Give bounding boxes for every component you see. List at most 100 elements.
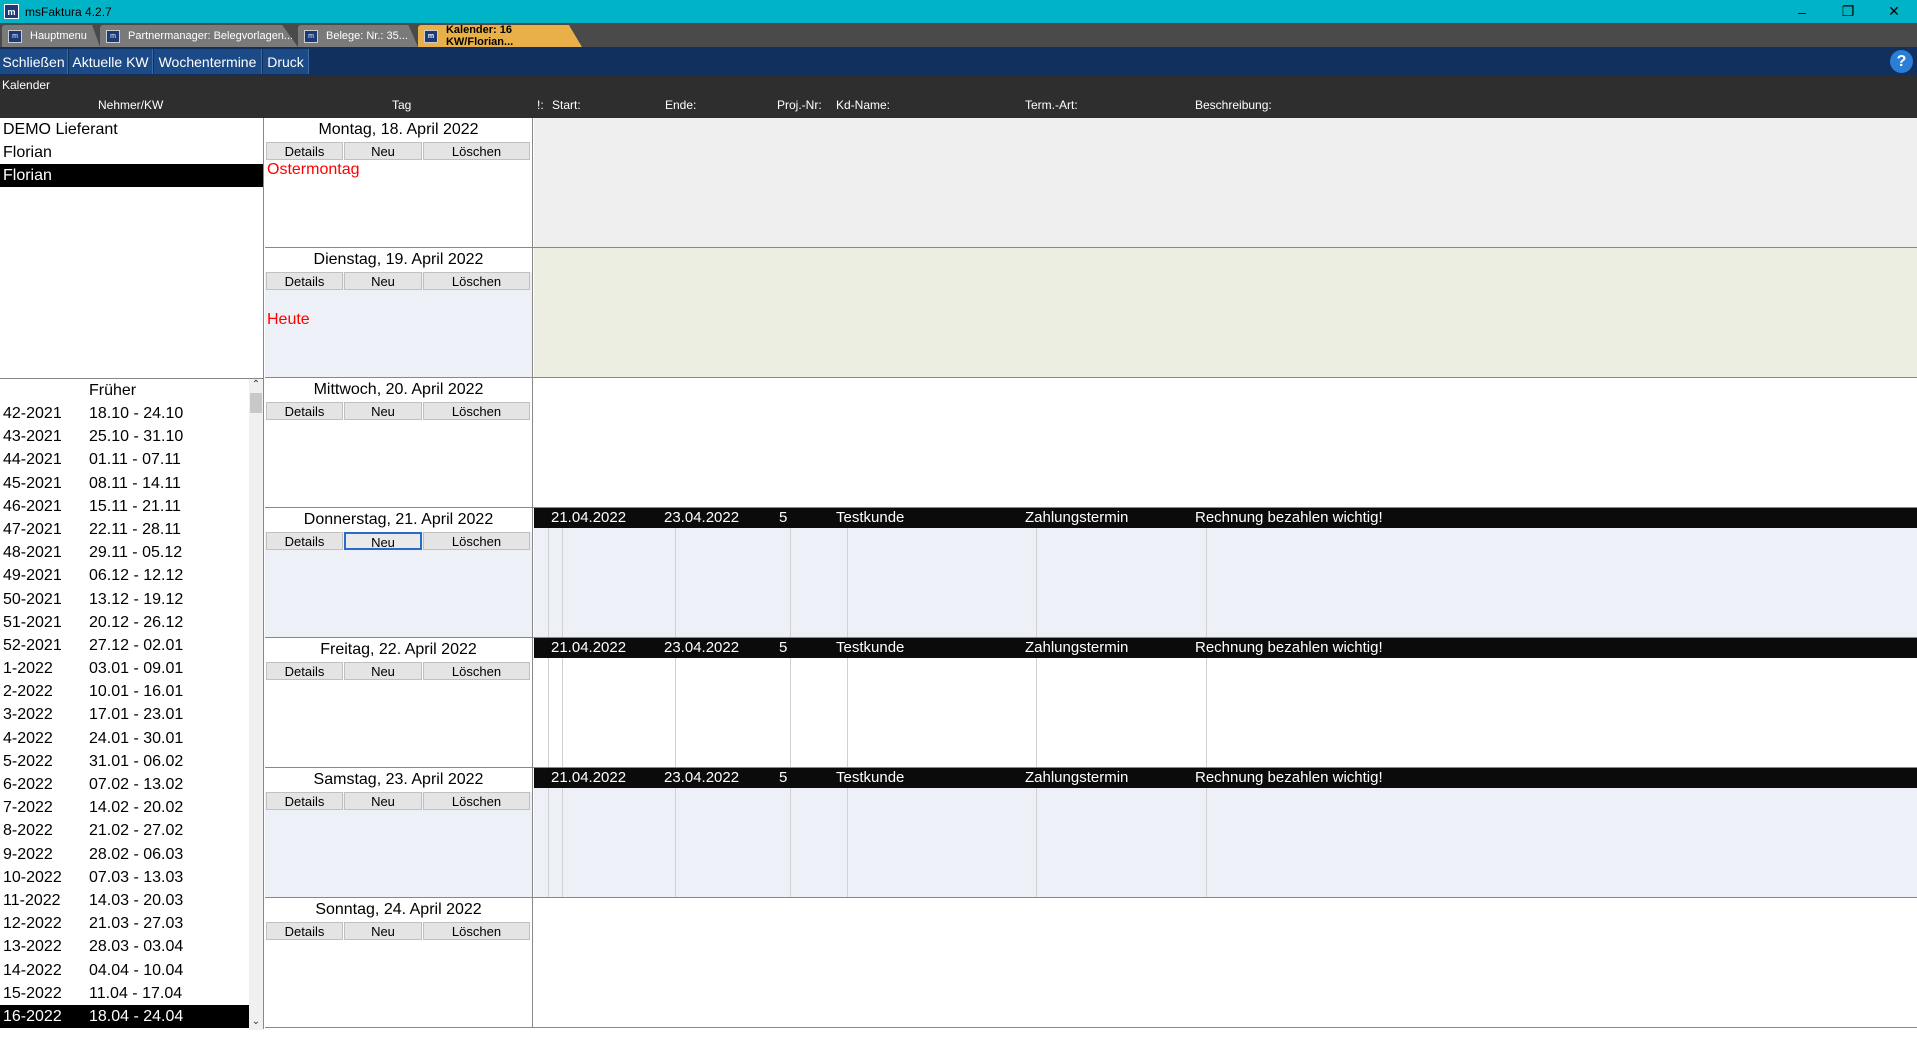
- week-row[interactable]: 8-2022 21.02 - 27.02: [0, 819, 263, 842]
- tab-partnermanager[interactable]: m Partnermanager: Belegvorlagen...: [100, 25, 298, 47]
- details-button[interactable]: Details: [266, 922, 343, 940]
- delete-button[interactable]: Löschen: [423, 142, 530, 160]
- day-buttons: Details Neu Löschen: [265, 792, 532, 811]
- day-appointments[interactable]: [534, 118, 1917, 247]
- week-number: 47-2021: [3, 520, 62, 538]
- week-row[interactable]: 47-2021 22.11 - 28.11: [0, 518, 263, 541]
- week-row[interactable]: 16-2022 18.04 - 24.04: [0, 1004, 263, 1029]
- details-button[interactable]: Details: [266, 272, 343, 290]
- week-range: 14.03 - 20.03: [89, 891, 184, 909]
- new-button[interactable]: Neu: [344, 922, 422, 940]
- day-panel: Mittwoch, 20. April 2022 Details Neu Lösche…: [265, 378, 533, 507]
- delete-button[interactable]: Löschen: [423, 532, 530, 550]
- restore-icon[interactable]: ❐: [1825, 0, 1871, 23]
- person-item-selected[interactable]: Florian: [0, 164, 263, 187]
- earlier-item[interactable]: Früher: [0, 379, 263, 402]
- week-row[interactable]: 5-2022 31.01 - 06.02: [0, 750, 263, 773]
- scroll-up-icon[interactable]: ⌃: [249, 379, 263, 393]
- toolbar: Schließen Aktuelle KW Wochentermine Druc…: [0, 47, 1917, 76]
- new-button[interactable]: Neu: [344, 272, 422, 290]
- week-row[interactable]: 52-2021 27.12 - 02.01: [0, 634, 263, 657]
- week-row[interactable]: 3-2022 17.01 - 23.01: [0, 703, 263, 726]
- week-row[interactable]: 9-2022 28.02 - 06.03: [0, 843, 263, 866]
- tab-belege[interactable]: m Belege: Nr.: 35...: [298, 25, 418, 47]
- day-appointments[interactable]: [534, 378, 1917, 507]
- week-row[interactable]: 46-2021 15.11 - 21.11: [0, 495, 263, 518]
- close-icon[interactable]: ✕: [1871, 0, 1917, 23]
- week-row[interactable]: 6-2022 07.02 - 13.02: [0, 773, 263, 796]
- close-button[interactable]: Schließen: [0, 49, 68, 74]
- new-button[interactable]: Neu: [344, 532, 422, 550]
- details-button[interactable]: Details: [266, 532, 343, 550]
- person-item[interactable]: DEMO Lieferant: [0, 118, 263, 141]
- week-appointments-button[interactable]: Wochentermine: [154, 49, 262, 74]
- week-row[interactable]: 7-2022 14.02 - 20.02: [0, 796, 263, 819]
- week-row[interactable]: 44-2021 01.11 - 07.11: [0, 448, 263, 471]
- column-divider: [675, 788, 676, 897]
- day-appointments[interactable]: 21.04.2022 23.04.2022 5 Testkunde Zahlungste…: [534, 638, 1917, 767]
- week-row[interactable]: 12-2022 21.03 - 27.03: [0, 912, 263, 935]
- col-start: Start:: [552, 98, 581, 112]
- column-header-bar: Kalender Nehmer/KW Tag !: Start: Ende: P…: [0, 76, 1917, 118]
- appointment-row[interactable]: 21.04.2022 23.04.2022 5 Testkunde Zahlungste…: [534, 638, 1917, 658]
- print-button[interactable]: Druck: [263, 49, 309, 74]
- day-panel: Dienstag, 19. April 2022 Details Neu Lösche…: [265, 248, 533, 377]
- day-buttons: Details Neu Löschen: [265, 272, 532, 291]
- details-button[interactable]: Details: [266, 792, 343, 810]
- week-row[interactable]: 13-2022 28.03 - 03.04: [0, 935, 263, 958]
- day-appointments[interactable]: 21.04.2022 23.04.2022 5 Testkunde Zahlungste…: [534, 508, 1917, 637]
- help-icon[interactable]: ?: [1890, 50, 1913, 73]
- scroll-down-icon[interactable]: ⌄: [249, 1016, 263, 1030]
- day-note: Heute: [267, 311, 310, 328]
- week-row[interactable]: 45-2021 08.11 - 14.11: [0, 472, 263, 495]
- minimize-icon[interactable]: –: [1779, 0, 1825, 23]
- week-row[interactable]: 14-2022 04.04 - 10.04: [0, 959, 263, 982]
- week-range: 13.12 - 19.12: [89, 590, 184, 608]
- new-button[interactable]: Neu: [344, 662, 422, 680]
- delete-button[interactable]: Löschen: [423, 922, 530, 940]
- person-item[interactable]: Florian: [0, 141, 263, 164]
- day-appointments[interactable]: [534, 248, 1917, 377]
- delete-button[interactable]: Löschen: [423, 402, 530, 420]
- column-divider: [1036, 528, 1037, 637]
- details-button[interactable]: Details: [266, 142, 343, 160]
- week-row[interactable]: 49-2021 06.12 - 12.12: [0, 564, 263, 587]
- new-button[interactable]: Neu: [344, 142, 422, 160]
- new-button[interactable]: Neu: [344, 792, 422, 810]
- week-row[interactable]: 1-2022 03.01 - 09.01: [0, 657, 263, 680]
- week-range: 20.12 - 26.12: [89, 613, 184, 631]
- week-row[interactable]: 11-2022 14.03 - 20.03: [0, 889, 263, 912]
- week-row[interactable]: 48-2021 29.11 - 05.12: [0, 541, 263, 564]
- delete-button[interactable]: Löschen: [423, 662, 530, 680]
- details-button[interactable]: Details: [266, 662, 343, 680]
- week-row[interactable]: 51-2021 20.12 - 26.12: [0, 611, 263, 634]
- week-row[interactable]: 42-2021 18.10 - 24.10: [0, 402, 263, 425]
- appointment-row[interactable]: 21.04.2022 23.04.2022 5 Testkunde Zahlungste…: [534, 508, 1917, 528]
- appointment-row[interactable]: 21.04.2022 23.04.2022 5 Testkunde Zahlungste…: [534, 768, 1917, 788]
- week-row[interactable]: 15-2022 11.04 - 17.04: [0, 982, 263, 1005]
- column-divider: [675, 528, 676, 637]
- event-description: Rechnung bezahlen wichtig!: [1195, 769, 1383, 786]
- details-button[interactable]: Details: [266, 402, 343, 420]
- week-number: 1-2022: [3, 660, 53, 678]
- week-list-scrollbar[interactable]: ⌃ ⌄: [249, 379, 263, 1030]
- current-week-button[interactable]: Aktuelle KW: [69, 49, 153, 74]
- week-row[interactable]: 2-2022 10.01 - 16.01: [0, 680, 263, 703]
- delete-button[interactable]: Löschen: [423, 792, 530, 810]
- delete-button[interactable]: Löschen: [423, 272, 530, 290]
- week-row[interactable]: 50-2021 13.12 - 19.12: [0, 588, 263, 611]
- column-divider: [847, 528, 848, 637]
- day-appointments[interactable]: [534, 898, 1917, 1027]
- week-range: 21.02 - 27.02: [89, 822, 184, 840]
- day-appointments[interactable]: 21.04.2022 23.04.2022 5 Testkunde Zahlungste…: [534, 768, 1917, 897]
- tab-hauptmenu[interactable]: m Hauptmenu: [2, 25, 100, 47]
- week-row[interactable]: 4-2022 24.01 - 30.01: [0, 727, 263, 750]
- tab-kalender[interactable]: m Kalender: 16 KW/Florian...: [418, 25, 582, 47]
- event-type: Zahlungstermin: [1025, 509, 1129, 526]
- scroll-thumb[interactable]: [250, 393, 262, 413]
- week-number: 51-2021: [3, 613, 62, 631]
- week-row[interactable]: 10-2022 07.03 - 13.03: [0, 866, 263, 889]
- week-row[interactable]: 43-2021 25.10 - 31.10: [0, 425, 263, 448]
- new-button[interactable]: Neu: [344, 402, 422, 420]
- week-number: 2-2022: [3, 683, 53, 701]
